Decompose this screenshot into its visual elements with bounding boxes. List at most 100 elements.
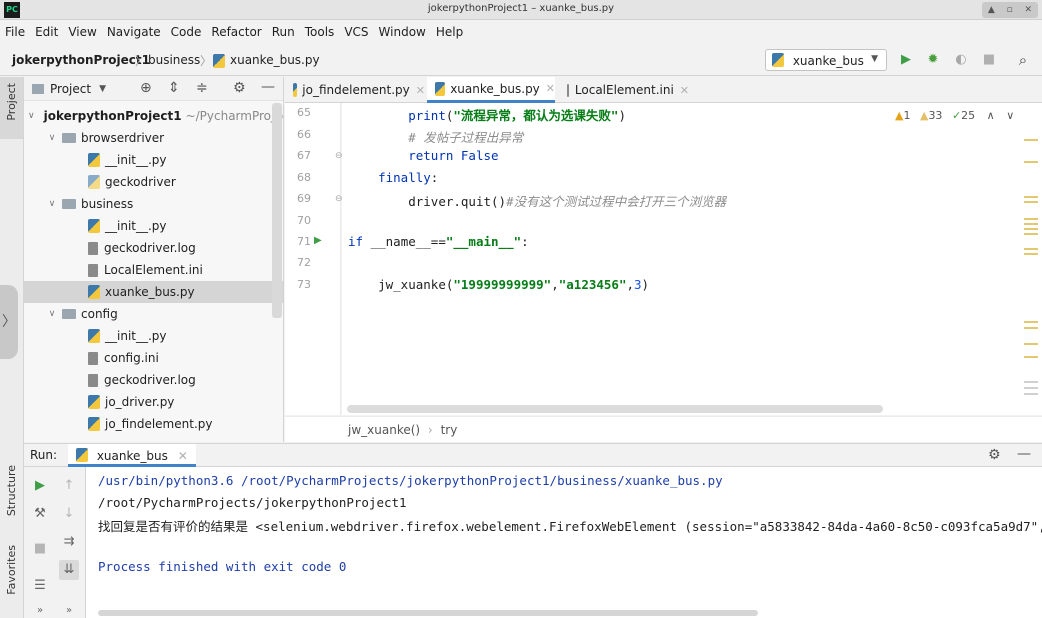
more-icon[interactable]: » <box>32 603 48 618</box>
tree-item-folder[interactable]: ∨ config <box>24 303 283 325</box>
layout-icon[interactable]: ☰ <box>32 578 48 594</box>
close-icon[interactable]: ✕ <box>1025 5 1033 15</box>
menu-window[interactable]: Window <box>379 25 426 39</box>
wrench-icon[interactable]: ⚒ <box>32 506 48 522</box>
menu-code[interactable]: Code <box>171 25 202 39</box>
marker[interactable] <box>1024 381 1038 383</box>
tab-localelement-ini[interactable]: LocalElement.ini ✕ <box>559 77 689 103</box>
structure-tool-label[interactable]: Structure <box>5 465 18 516</box>
marker[interactable] <box>1024 196 1038 198</box>
tree-item-file[interactable]: LocalElement.ini <box>24 259 283 281</box>
soft-wrap-icon[interactable]: ⇉ <box>61 534 77 550</box>
tree-item-file-selected[interactable]: xuanke_bus.py <box>24 281 283 303</box>
coverage-icon[interactable]: ◐ <box>953 52 969 68</box>
marker[interactable] <box>1024 321 1038 323</box>
tree-item-file[interactable]: config.ini <box>24 347 283 369</box>
marker[interactable] <box>1024 343 1038 345</box>
marker[interactable] <box>1024 139 1038 141</box>
tab-xuanke-bus[interactable]: xuanke_bus.py ✕ <box>427 77 555 103</box>
close-tab-icon[interactable]: ✕ <box>546 82 555 95</box>
tree-scrollbar[interactable] <box>272 103 282 318</box>
tree-item-folder[interactable]: ∨ business <box>24 193 283 215</box>
chevron-up-icon[interactable]: ∧ <box>987 109 995 122</box>
search-icon[interactable]: ⌕ <box>1015 52 1031 68</box>
marker[interactable] <box>1024 201 1038 203</box>
menu-view[interactable]: View <box>68 25 96 39</box>
project-tool-button[interactable]: Project <box>0 77 23 139</box>
tree-item-file[interactable]: geckodriver.log <box>24 237 283 259</box>
tree-item-file[interactable]: geckodriver <box>24 171 283 193</box>
error-stripe[interactable] <box>1024 103 1042 415</box>
run-gutter-icon[interactable]: ▶ <box>314 235 322 246</box>
tree-item-root[interactable]: ∨ jokerpythonProject1 ~/PycharmProjects/ <box>24 105 283 127</box>
tree-item-file[interactable]: jo_findelement.py <box>24 413 283 435</box>
menu-file[interactable]: File <box>5 25 25 39</box>
marker[interactable] <box>1024 253 1038 255</box>
breadcrumb-function[interactable]: jw_xuanke() <box>348 423 420 437</box>
marker[interactable] <box>1024 393 1038 395</box>
tree-item-file[interactable]: geckodriver.log <box>24 369 283 391</box>
tab-run-xuanke-bus[interactable]: xuanke_bus ✕ <box>68 444 196 467</box>
minimize-icon[interactable]: ▲ <box>988 5 995 15</box>
marker[interactable] <box>1024 218 1038 220</box>
expand-panel-toggle[interactable]: 〉 <box>0 285 18 359</box>
stop-icon[interactable]: ■ <box>981 52 997 68</box>
code-editor[interactable]: print("流程异常，都认为选课失败") # 发帖子过程出异常 return … <box>342 103 1024 415</box>
breadcrumb-project[interactable]: jokerpythonProject1 <box>12 53 150 67</box>
marker[interactable] <box>1024 387 1038 389</box>
hide-panel-icon[interactable]: — <box>261 79 275 95</box>
code-line-65: print("流程异常，都认为选课失败") <box>408 108 626 123</box>
menu-help[interactable]: Help <box>436 25 463 39</box>
run-config-select[interactable]: xuanke_bus ▼ <box>765 49 887 71</box>
tree-item-file[interactable]: __init__.py <box>24 325 283 347</box>
menu-refactor[interactable]: Refactor <box>211 25 261 39</box>
arrow-up-icon[interactable]: ↑ <box>61 478 77 494</box>
tree-item-file[interactable]: __init__.py <box>24 215 283 237</box>
close-tab-icon[interactable]: ✕ <box>416 84 425 97</box>
editor-horizontal-scrollbar[interactable] <box>347 405 883 413</box>
locate-icon[interactable]: ⊕ <box>140 80 152 96</box>
tree-item-file[interactable]: __init__.py <box>24 149 283 171</box>
maximize-icon[interactable]: ▫ <box>1007 5 1013 15</box>
tree-item-folder[interactable]: ∨ browserdriver <box>24 127 283 149</box>
tab-jo-findelement[interactable]: jo_findelement.py ✕ <box>285 77 425 103</box>
rerun-icon[interactable]: ▶ <box>32 478 48 494</box>
scroll-to-end-icon[interactable]: ⇊ <box>59 560 79 580</box>
more-icon[interactable]: » <box>61 603 77 618</box>
gear-icon[interactable]: ⚙ <box>988 447 1001 463</box>
marker[interactable] <box>1024 223 1038 225</box>
tree-item-file[interactable]: jo_driver.py <box>24 391 283 413</box>
stop-icon[interactable]: ■ <box>32 541 48 557</box>
run-console[interactable]: /usr/bin/python3.6 /root/PycharmProjects… <box>86 467 1042 618</box>
menu-tools[interactable]: Tools <box>305 25 335 39</box>
chevron-down-icon[interactable]: ▼ <box>99 84 106 94</box>
close-tab-icon[interactable]: ✕ <box>680 84 689 97</box>
console-line[interactable]: /usr/bin/python3.6 /root/PycharmProjects… <box>98 473 723 488</box>
console-horizontal-scrollbar[interactable] <box>98 610 758 616</box>
marker[interactable] <box>1024 233 1038 235</box>
breadcrumb-block[interactable]: try <box>441 423 458 437</box>
debug-icon[interactable]: ✹ <box>925 52 941 68</box>
menu-vcs[interactable]: VCS <box>344 25 368 39</box>
run-icon[interactable]: ▶ <box>898 52 914 68</box>
marker[interactable] <box>1024 248 1038 250</box>
expand-all-icon[interactable]: ⇕ <box>168 80 180 96</box>
menu-edit[interactable]: Edit <box>35 25 58 39</box>
marker[interactable] <box>1024 161 1038 163</box>
breadcrumb-file[interactable]: xuanke_bus.py <box>230 53 320 67</box>
inspection-widget[interactable]: ▲1 ▲33 ✓25 ∧ ∨ <box>895 109 1014 122</box>
breadcrumb-folder[interactable]: business <box>148 53 200 67</box>
menu-navigate[interactable]: Navigate <box>107 25 161 39</box>
marker[interactable] <box>1024 228 1038 230</box>
hide-panel-icon[interactable]: — <box>1017 446 1031 462</box>
project-view-label[interactable]: Project <box>50 82 91 96</box>
collapse-all-icon[interactable]: ≑ <box>196 80 208 96</box>
favorites-tool-label[interactable]: Favorites <box>5 545 18 595</box>
menu-run[interactable]: Run <box>272 25 295 39</box>
close-tab-icon[interactable]: ✕ <box>178 449 188 463</box>
chevron-down-icon[interactable]: ∨ <box>1006 109 1014 122</box>
arrow-down-icon[interactable]: ↓ <box>61 506 77 522</box>
gear-icon[interactable]: ⚙ <box>233 80 246 96</box>
marker[interactable] <box>1024 356 1038 358</box>
marker[interactable] <box>1024 327 1038 329</box>
